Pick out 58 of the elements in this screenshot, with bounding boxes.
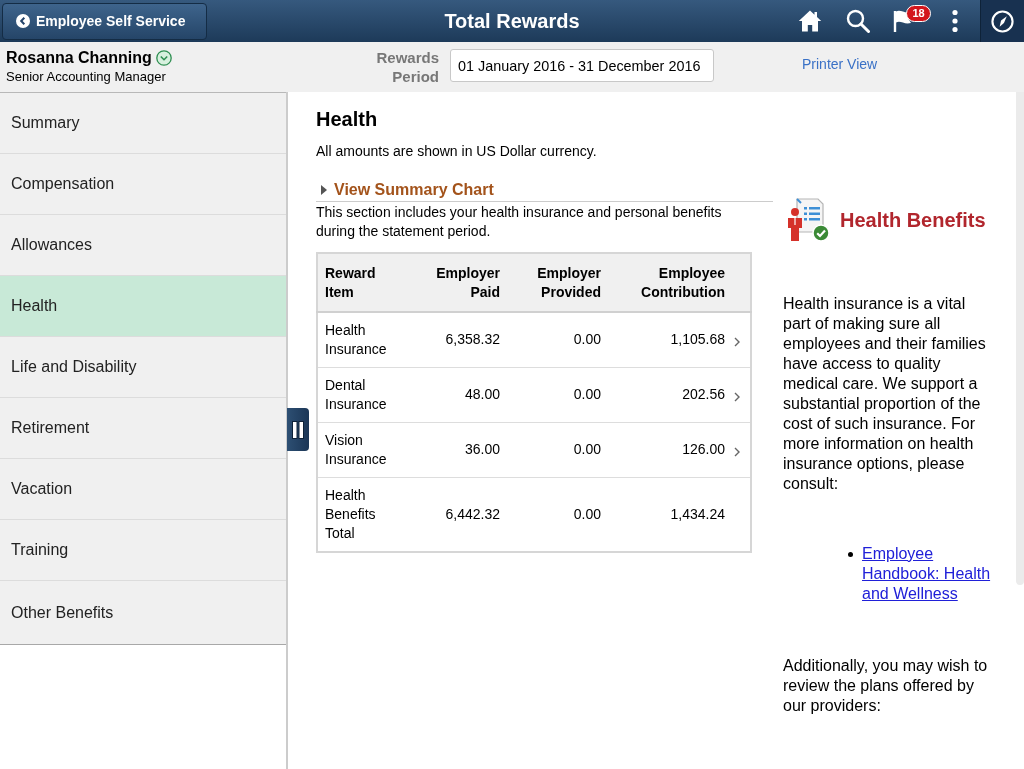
column-header: Employer Provided (507, 253, 608, 312)
section-title: Health (316, 107, 379, 131)
table-cell: 36.00 (401, 422, 507, 477)
more-options-icon[interactable] (952, 9, 958, 33)
table-cell: 0.00 (507, 312, 608, 367)
sidebar-item[interactable]: Training (0, 520, 286, 581)
pause-icon (292, 420, 304, 439)
sidebar-item[interactable]: Retirement (0, 398, 286, 459)
field-label: Rewards Period (375, 48, 439, 86)
table-cell: 0.00 (507, 422, 608, 477)
chevron-right-icon[interactable] (734, 391, 740, 402)
chevron-right-icon[interactable] (734, 446, 740, 457)
search-icon[interactable] (846, 9, 870, 33)
chevron-right-icon[interactable] (734, 336, 740, 347)
chevron-down-circle-icon[interactable] (155, 50, 172, 66)
sidebar-item[interactable]: Summary (0, 93, 286, 154)
column-header: Reward Item (317, 253, 401, 312)
printer-view-link[interactable]: Printer View (802, 55, 878, 72)
date-range-field[interactable]: 01 January 2016 - 31 December 2016 (450, 49, 714, 82)
table-cell: Health Insurance (317, 312, 401, 367)
table-cell: 6,442.32 (401, 477, 507, 552)
home-icon[interactable] (798, 9, 822, 33)
chevron-left-icon (16, 14, 30, 28)
column-header: Employee Contribution (608, 253, 732, 312)
currency-note: All amounts are shown in US Dollar currency. (316, 142, 598, 160)
page-title: Total Rewards (444, 9, 580, 33)
table-cell: 1,434.24 (608, 477, 732, 552)
navigator-button[interactable] (980, 0, 1024, 42)
job-title: Senior Accounting Manager (6, 69, 167, 85)
table-cell: 0.00 (507, 477, 608, 552)
sidebar-item[interactable]: Health (0, 276, 286, 337)
table-cell: Vision Insurance (317, 422, 401, 477)
info-paragraph: Health insurance is a vital part of making sure all employees and their families have access to quality medical care. We support a substantial proportion of the cost of such insurance. For more information on health insurance options, please consult: (783, 294, 987, 494)
bullet-icon (848, 552, 853, 557)
column-header: Employer Paid (401, 253, 507, 312)
benefits-document-icon (787, 197, 830, 242)
table-cell: 202.56 (608, 367, 732, 422)
info-paragraph: Additionally, you may wish to review the plans offered by our providers: (783, 656, 989, 716)
compass-icon (991, 9, 1014, 33)
employee-name: Rosanna Channing (6, 49, 152, 67)
panel-title: Health Benefits (840, 207, 986, 232)
summary-chart-toggle[interactable]: View Summary Chart (321, 180, 494, 199)
collapse-handle[interactable] (287, 408, 309, 451)
table-cell: 6,358.32 (401, 312, 507, 367)
table-cell: 48.00 (401, 367, 507, 422)
handbook-link[interactable]: Employee Handbook: Health and Wellness (862, 544, 995, 604)
sidebar-item[interactable]: Life and Disability (0, 337, 286, 398)
back-button[interactable]: Employee Self Service (2, 2, 207, 40)
table-cell: Dental Insurance (317, 367, 401, 422)
sidebar-item[interactable]: Compensation (0, 154, 286, 215)
table-cell: 126.00 (608, 422, 732, 477)
sidebar-item[interactable]: Other Benefits (0, 581, 286, 644)
table-cell: 1,105.68 (608, 312, 732, 367)
sidebar-item[interactable]: Vacation (0, 459, 286, 520)
table-cell: Health Benefits Total (317, 477, 401, 552)
notification-badge: 18 (906, 5, 931, 22)
section-description: This section includes your health insurance and personal benefits during the statement period. (316, 203, 723, 241)
table-cell: 0.00 (507, 367, 608, 422)
